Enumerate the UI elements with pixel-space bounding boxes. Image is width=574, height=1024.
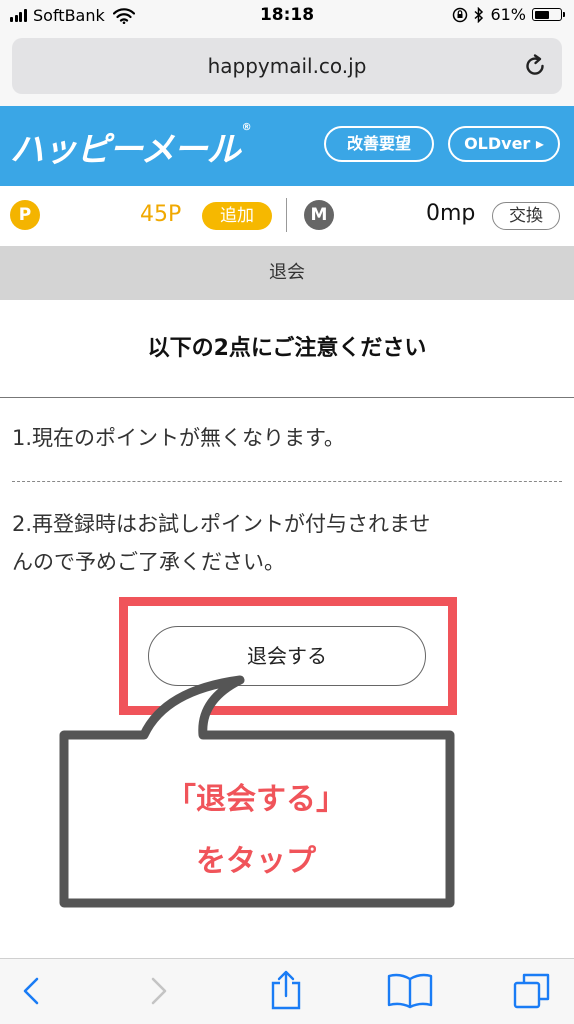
annotation-line-1: 「退会する」 xyxy=(166,782,346,817)
share-icon[interactable] xyxy=(268,969,304,1011)
browser-toolbar xyxy=(0,958,574,1024)
tabs-icon[interactable] xyxy=(512,971,552,1011)
bookmarks-icon[interactable] xyxy=(386,973,434,1009)
forward-icon[interactable] xyxy=(146,973,172,1009)
annotation-line-2: をタップ xyxy=(196,844,316,879)
back-icon[interactable] xyxy=(18,973,44,1009)
